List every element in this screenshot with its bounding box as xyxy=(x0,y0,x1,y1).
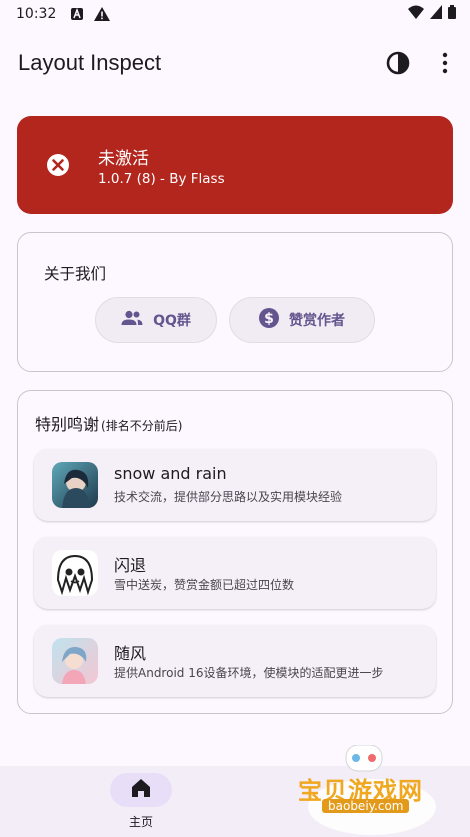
qq-group-button[interactable]: QQ群 xyxy=(95,297,217,343)
nav-item-home[interactable]: 主页 xyxy=(110,773,172,831)
notification-a-icon xyxy=(70,7,84,21)
cellular-icon xyxy=(430,5,442,23)
qq-group-label: QQ群 xyxy=(153,313,191,329)
more-options-icon[interactable] xyxy=(436,51,454,75)
svg-text:$: $ xyxy=(264,311,274,327)
credit-desc: 技术交流，提供部分思路以及实用模块经验 xyxy=(114,490,343,504)
donate-label: 赞赏作者 xyxy=(289,313,345,329)
credit-item-snow-and-rain[interactable]: snow and rain 技术交流，提供部分思路以及实用模块经验 xyxy=(34,449,436,521)
app-title: Layout Inspect xyxy=(18,50,162,75)
credit-desc: 雪中送炭，赞赏金额已超过四位数 xyxy=(114,578,295,592)
wifi-icon xyxy=(408,5,424,23)
version-text: 1.0.7 (8) - By Flass xyxy=(98,171,225,187)
about-title: 关于我们 xyxy=(44,265,107,283)
theme-toggle-icon[interactable] xyxy=(385,50,411,76)
thanks-note: (排名不分前后) xyxy=(101,419,183,433)
group-icon xyxy=(121,310,143,330)
status-bar: 10:32 xyxy=(0,0,470,28)
watermark-logo: 宝贝游戏网 baobeiy.com xyxy=(292,745,442,837)
battery-icon xyxy=(448,5,456,23)
avatar xyxy=(52,638,98,684)
warning-icon xyxy=(94,7,111,21)
avatar xyxy=(52,550,98,596)
credit-item-shantui[interactable]: 闪退 雪中送炭，赞赏金额已超过四位数 xyxy=(34,537,436,609)
credit-item-suifeng[interactable]: 随风 提供Android 16设备环境，使模块的适配更进一步 xyxy=(34,625,436,697)
app-bar: Layout Inspect xyxy=(0,40,470,88)
status-time: 10:32 xyxy=(16,6,57,22)
watermark-url: baobeiy.com xyxy=(322,799,410,813)
credit-name: 随风 xyxy=(114,644,147,663)
dollar-icon: $ xyxy=(259,308,279,332)
credit-desc: 提供Android 16设备环境，使模块的适配更进一步 xyxy=(114,666,384,680)
thanks-heading: 特别鸣谢 xyxy=(35,415,100,434)
activation-status-card[interactable]: 未激活 1.0.7 (8) - By Flass xyxy=(17,116,453,214)
avatar xyxy=(52,462,98,508)
home-icon xyxy=(131,778,151,802)
activation-status-title: 未激活 xyxy=(98,149,149,169)
donate-button[interactable]: $ 赞赏作者 xyxy=(229,297,375,343)
thanks-card: 特别鸣谢 (排名不分前后) snow and rain 技术交流，提供部分思路以及… xyxy=(17,390,453,714)
nav-indicator xyxy=(110,773,172,807)
thanks-title: 特别鸣谢 (排名不分前后) xyxy=(35,411,182,435)
credit-name: snow and rain xyxy=(114,464,227,483)
close-circle-icon xyxy=(46,153,70,181)
nav-label-home: 主页 xyxy=(128,815,153,829)
credit-name: 闪退 xyxy=(114,556,147,575)
about-card: 关于我们 QQ群 $ 赞赏作者 xyxy=(17,232,453,372)
